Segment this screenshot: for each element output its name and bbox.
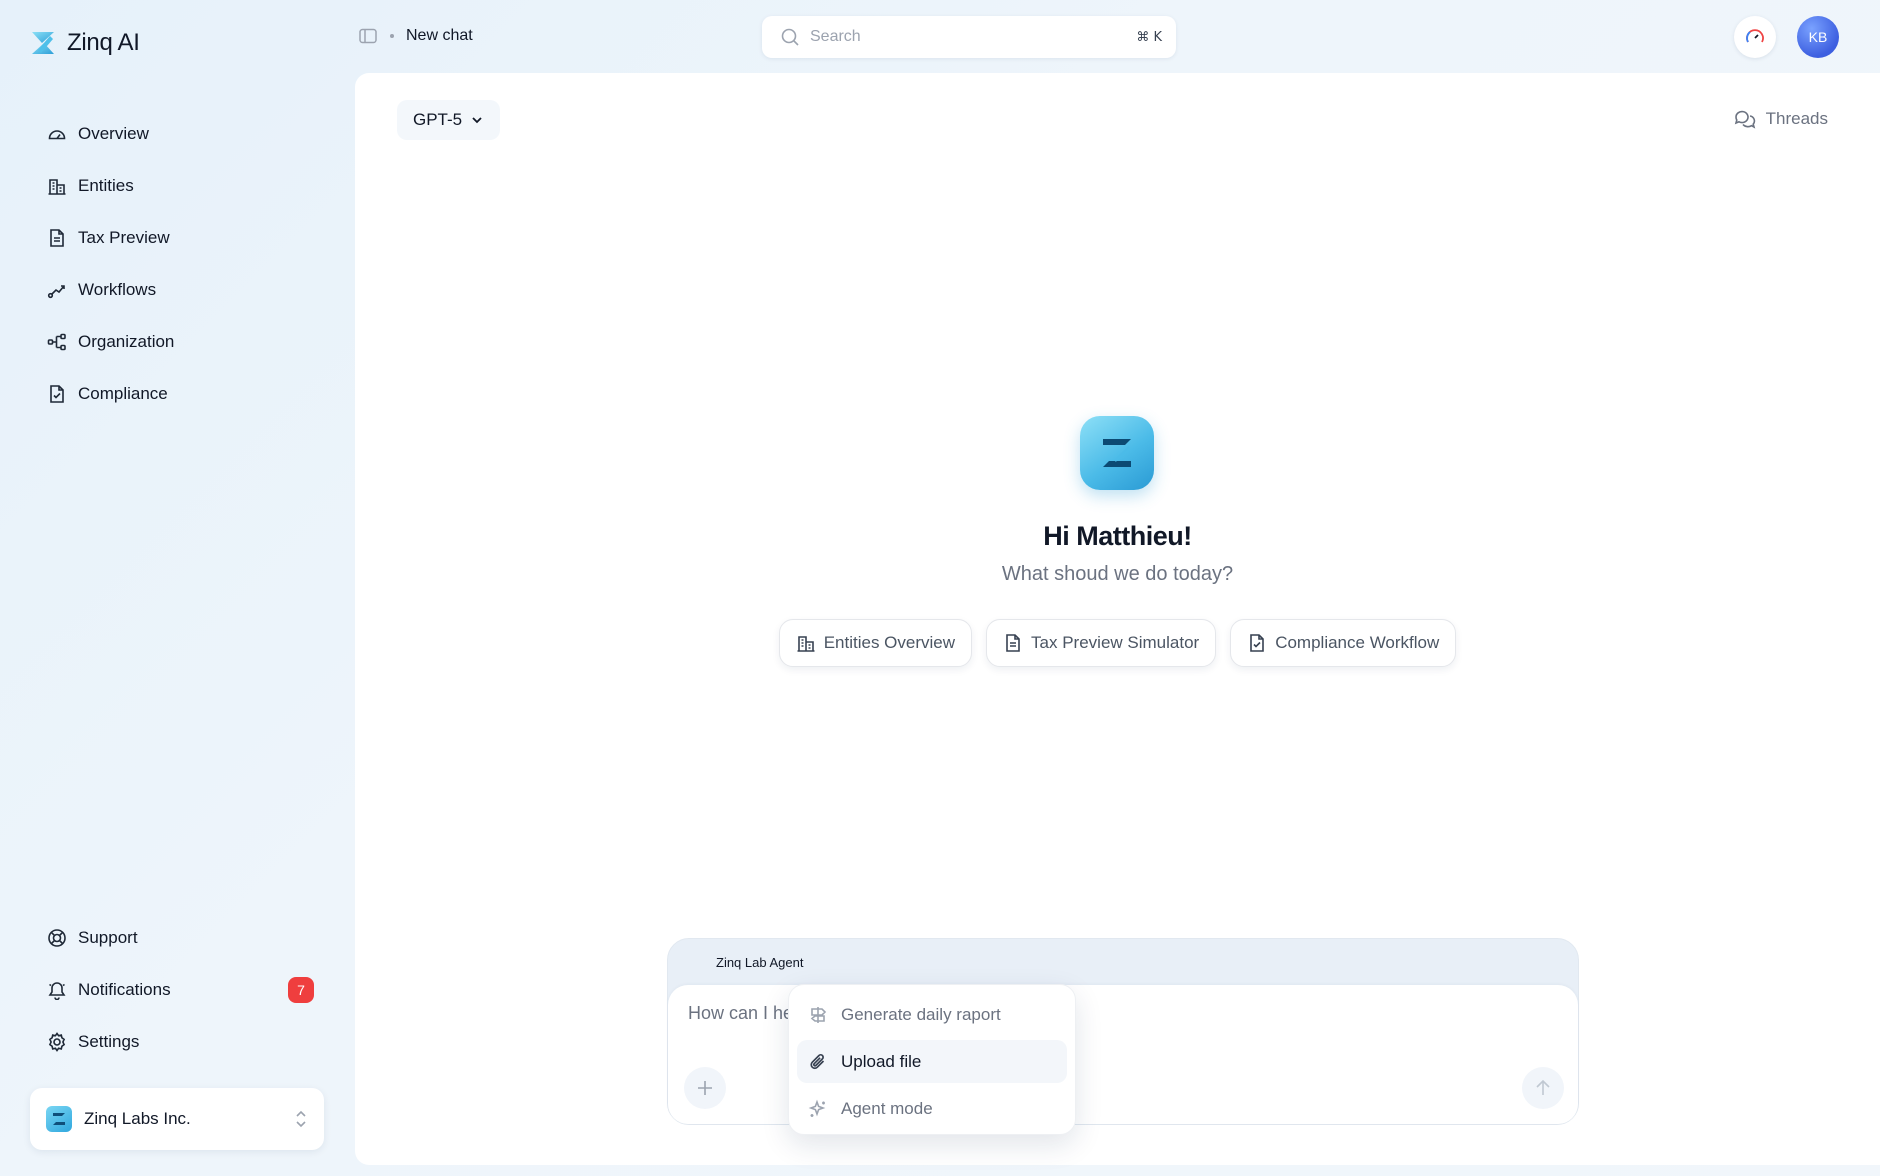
gear-icon [46,1031,68,1053]
sidebar-item-label: Compliance [78,384,168,403]
signpost-icon [807,1004,829,1026]
sidebar-item-settings[interactable]: Settings [30,1016,330,1068]
sidebar-item-entities[interactable]: Entities [30,160,330,212]
breadcrumb-separator [390,34,394,38]
chip-compliance-workflow[interactable]: Compliance Workflow [1230,619,1457,667]
model-selector-label: GPT-5 [413,110,463,129]
zinq-logo-icon [1080,416,1154,490]
sidebar-item-label: Settings [78,1032,140,1051]
avatar[interactable]: KB [1797,16,1839,58]
sidebar-item-organization[interactable]: Organization [30,316,330,368]
sidebar-bottom-nav: Support Notifications 7 Settings [30,912,330,1068]
greeting-title: Hi Matthieu! [1043,521,1192,551]
search-icon [780,27,800,47]
workflow-icon [46,279,68,301]
bell-icon [46,979,68,1001]
organization-name: Zinq Labs Inc. [84,1109,191,1128]
chip-label: Tax Preview Simulator [1031,633,1200,652]
send-button[interactable] [1522,1067,1564,1109]
menu-item-agent-mode[interactable]: Agent mode [797,1087,1067,1130]
zinq-logo-icon [46,1106,72,1132]
sidebar-item-label: Support [78,928,138,947]
sidebar-item-label: Workflows [78,280,157,299]
chip-label: Compliance Workflow [1275,633,1440,652]
brand-name: Zinq AI [67,29,140,56]
sidebar-item-label: Overview [78,124,149,143]
suggestion-chips: Entities Overview Tax Preview Simulator … [355,619,1880,667]
lifebuoy-icon [46,927,68,949]
building-icon [46,175,68,197]
speedometer-icon [1744,26,1766,48]
sparkle-icon [807,1098,829,1120]
menu-item-generate-daily-report[interactable]: Generate daily raport [797,993,1067,1036]
menu-item-label: Generate daily raport [841,1004,1001,1024]
menu-item-label: Upload file [841,1051,922,1071]
menu-item-label: Agent mode [841,1098,933,1118]
sidebar-item-label: Notifications [78,980,171,999]
chevron-down-icon [470,113,484,127]
sidebar-item-label: Organization [78,332,175,351]
agent-label: Zinq Lab Agent [716,954,804,970]
building-icon [796,633,816,653]
organization-switcher[interactable]: Zinq Labs Inc. [30,1088,324,1150]
breadcrumb-current: New chat [406,27,473,44]
chat-bubbles-icon [1734,109,1756,129]
zinq-logo-icon [29,29,57,57]
arrow-up-icon [1534,1079,1552,1097]
sidebar-item-tax-preview[interactable]: Tax Preview [30,212,330,264]
chip-label: Entities Overview [823,633,956,652]
search-shortcut: ⌘ K [1136,29,1162,45]
document-check-icon [46,383,68,405]
attachment-menu: Generate daily raport Upload file Agent … [788,984,1076,1135]
main-panel: GPT-5 Threads Hi Matthieu! What shoud we… [355,73,1880,1165]
threads-label: Threads [1765,109,1828,128]
search-input[interactable] [810,28,1127,46]
sidebar-item-workflows[interactable]: Workflows [30,264,330,316]
gauge-icon [46,123,68,145]
greeting-subtitle: What shoud we do today? [1001,563,1234,585]
sidebar-item-label: Entities [78,176,134,195]
sidebar-nav: Overview Entities Tax Preview Workflows … [30,108,330,420]
sidebar-item-support[interactable]: Support [30,912,330,964]
sidebar-item-label: Tax Preview [78,228,170,247]
paperclip-icon [807,1051,829,1073]
threads-button[interactable]: Threads [1734,109,1828,129]
status-button[interactable] [1734,16,1776,58]
sidebar-item-overview[interactable]: Overview [30,108,330,160]
notifications-count-badge: 7 [288,977,314,1003]
add-attachment-button[interactable] [684,1067,726,1109]
sidebar-item-compliance[interactable]: Compliance [30,368,330,420]
sidebar-toggle-icon[interactable] [358,26,378,46]
document-icon [1003,633,1023,653]
chip-tax-preview-simulator[interactable]: Tax Preview Simulator [986,619,1217,667]
document-icon [46,227,68,249]
org-tree-icon [46,331,68,353]
breadcrumb: New chat [358,26,473,46]
chip-entities-overview[interactable]: Entities Overview [778,619,973,667]
document-check-icon [1247,633,1267,653]
menu-item-upload-file[interactable]: Upload file [797,1040,1067,1083]
chevron-up-down-icon [294,1109,308,1129]
model-selector[interactable]: GPT-5 [397,100,501,140]
brand[interactable]: Zinq AI [29,29,140,57]
search-bar[interactable]: ⌘ K [762,16,1176,58]
sidebar-item-notifications[interactable]: Notifications 7 [30,964,330,1016]
plus-icon [696,1079,714,1097]
